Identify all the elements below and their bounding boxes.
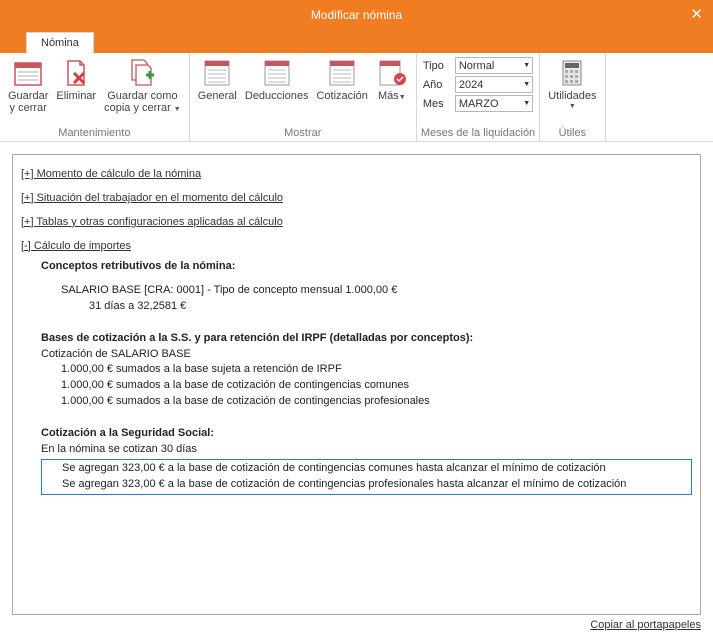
- delete-label: Eliminar: [56, 90, 96, 102]
- expand-tablas[interactable]: [+] Tablas y otras configuraciones aplic…: [21, 215, 283, 231]
- ribbon-group-utiles: Utilidades ▼ Útiles: [540, 53, 605, 141]
- mas-label: Más▼: [378, 90, 406, 104]
- anio-label: Año: [423, 79, 451, 91]
- cot-salario: Cotización de SALARIO BASE: [21, 347, 692, 363]
- window-title: Modificar nómina: [311, 8, 402, 22]
- general-icon: [201, 57, 233, 89]
- save-copy-icon: [126, 57, 158, 89]
- tab-row: Nómina: [0, 30, 713, 53]
- cotizacion-icon: [326, 57, 358, 89]
- chevron-down-icon: ▼: [523, 62, 530, 69]
- close-icon[interactable]: ✕: [690, 5, 703, 23]
- chevron-down-icon: ▼: [569, 103, 576, 110]
- ribbon-group-mostrar: General Deducciones: [190, 53, 417, 141]
- chevron-down-icon: ▼: [174, 106, 181, 113]
- utilidades-button[interactable]: Utilidades ▼: [544, 55, 600, 112]
- tipo-select[interactable]: Normal ▼: [455, 57, 533, 74]
- anio-value: 2024: [459, 79, 483, 91]
- delete-button[interactable]: Eliminar: [52, 55, 100, 104]
- ribbon-group-liquidacion: Tipo Normal ▼ Año 2024 ▼ Mes MARZO ▼: [417, 53, 540, 141]
- copy-clipboard-link[interactable]: Copiar al portapapeles: [12, 619, 701, 631]
- deducciones-icon: [261, 57, 293, 89]
- deducciones-button[interactable]: Deducciones: [241, 55, 313, 104]
- group-label-mostrar: Mostrar: [194, 127, 412, 140]
- mes-label: Mes: [423, 98, 451, 110]
- anio-select[interactable]: 2024 ▼: [455, 76, 533, 93]
- save-copy-label: Guardar comocopia y cerrar ▼: [104, 90, 181, 116]
- save-copy-button[interactable]: Guardar comocopia y cerrar ▼: [100, 55, 185, 118]
- save-icon: [12, 57, 44, 89]
- utilidades-label: Utilidades: [548, 90, 596, 102]
- chevron-down-icon: ▼: [523, 100, 530, 107]
- tipo-label: Tipo: [423, 60, 451, 72]
- bases-title: Bases de cotización a la S.S. y para ret…: [21, 331, 692, 347]
- tab-nomina[interactable]: Nómina: [26, 32, 94, 53]
- highlight-box: Se agregan 323,00 € a la base de cotizac…: [41, 459, 692, 495]
- cotizacion-button[interactable]: Cotización: [312, 55, 371, 104]
- deducciones-label: Deducciones: [245, 90, 309, 102]
- mas-icon: [376, 57, 408, 89]
- chevron-down-icon: ▼: [523, 81, 530, 88]
- ribbon: Guardary cerrar Eliminar Guardar comocop…: [0, 53, 713, 142]
- save-close-button[interactable]: Guardary cerrar: [4, 55, 52, 116]
- salario-line1: SALARIO BASE [CRA: 0001] - Tipo de conce…: [21, 283, 692, 299]
- mes-value: MARZO: [459, 98, 499, 110]
- expand-situacion[interactable]: [+] Situación del trabajador en el momen…: [21, 191, 283, 207]
- mas-button[interactable]: Más▼: [372, 55, 412, 106]
- conceptos-title: Conceptos retributivos de la nómina:: [21, 259, 692, 275]
- tipo-value: Normal: [459, 60, 494, 72]
- agr-line2: Se agregan 323,00 € a la base de cotizac…: [62, 477, 689, 493]
- collapse-calculo[interactable]: [-] Cálculo de importes: [21, 239, 131, 255]
- title-bar: Modificar nómina ✕: [0, 0, 713, 30]
- agr-line1: Se agregan 323,00 € a la base de cotizac…: [62, 461, 689, 477]
- group-label-mantenimiento: Mantenimiento: [4, 127, 185, 140]
- general-button[interactable]: General: [194, 55, 241, 104]
- calculator-icon: [556, 57, 588, 89]
- mes-select[interactable]: MARZO ▼: [455, 95, 533, 112]
- general-label: General: [198, 90, 237, 102]
- chevron-down-icon: ▼: [399, 94, 406, 101]
- ribbon-group-mantenimiento: Guardary cerrar Eliminar Guardar comocop…: [0, 53, 190, 141]
- delete-icon: [60, 57, 92, 89]
- group-label-liquidacion: Meses de la liquidación: [421, 127, 535, 140]
- save-close-label: Guardary cerrar: [8, 90, 48, 114]
- expand-momento[interactable]: [+] Momento de cálculo de la nómina: [21, 167, 201, 183]
- cot-ss-title: Cotización a la Seguridad Social:: [21, 426, 692, 442]
- cot-line1: 1.000,00 € sumados a la base sujeta a re…: [21, 362, 692, 378]
- salario-line2: 31 días a 32,2581 €: [21, 299, 692, 315]
- group-label-utiles: Útiles: [544, 127, 600, 140]
- cotizacion-label: Cotización: [316, 90, 367, 102]
- content-panel: [+] Momento de cálculo de la nómina [+] …: [12, 154, 701, 615]
- cot-line2: 1.000,00 € sumados a la base de cotizaci…: [21, 378, 692, 394]
- content-wrap: [+] Momento de cálculo de la nómina [+] …: [0, 142, 713, 643]
- cot-dias: En la nómina se cotizan 30 días: [21, 442, 692, 458]
- cot-line3: 1.000,00 € sumados a la base de cotizaci…: [21, 394, 692, 410]
